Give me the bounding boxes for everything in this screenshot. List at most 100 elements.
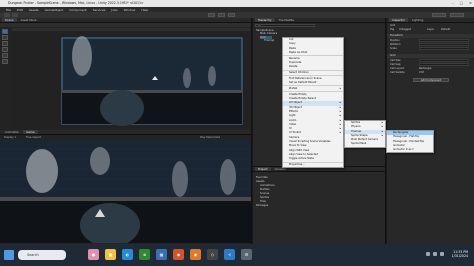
volume-icon[interactable] [433, 252, 437, 256]
folder-favorites[interactable]: Favorites [256, 176, 268, 179]
minimize-icon[interactable]: – [452, 1, 454, 5]
taskbar: Search ● ■ ◐ ⊗ ▦ ◆ ◉ ◇ ≺ ⚙ 11:33 PM 1/31/2024 [0, 244, 474, 266]
network-icon[interactable] [426, 252, 430, 256]
tab-lighting[interactable]: Lighting [409, 18, 426, 22]
menu-edit[interactable]: Edit [17, 8, 23, 12]
hierarchy-search-input[interactable]: All [255, 24, 315, 27]
tab-inspector[interactable]: Inspector [389, 18, 409, 22]
menu-item-label: Delete [289, 65, 298, 69]
menu-item-label: UI [289, 127, 292, 131]
folder-prefabs[interactable]: Prefabs [260, 188, 270, 191]
layer-dropdown[interactable]: Default [441, 28, 467, 32]
cell-swizzle-label: Cell Swizzle [390, 71, 405, 74]
unity-icon[interactable]: ◇ [207, 249, 218, 260]
edge-icon[interactable]: ◐ [122, 249, 133, 260]
menu-item-label: Sprites [351, 121, 361, 124]
store-icon[interactable]: ▦ [156, 249, 167, 260]
menu-help[interactable]: Help [141, 8, 148, 12]
folder-packages[interactable]: Packages [256, 204, 268, 207]
hand-tool-icon[interactable] [2, 29, 8, 34]
menu-gameobject[interactable]: GameObject [45, 8, 64, 12]
position-label: Position [390, 39, 400, 42]
game-panel: Animation Game Display 1 Free Aspect Pla… [0, 130, 252, 244]
pause-button[interactable] [218, 13, 225, 17]
cell-gap-field[interactable] [419, 63, 469, 66]
tab-tile-palette[interactable]: Tile Palette [276, 18, 297, 22]
tab-asset-store[interactable]: Asset Store [18, 18, 40, 22]
menu-file[interactable]: File [6, 8, 11, 12]
menu-services[interactable]: Services [93, 8, 106, 12]
folder-animations[interactable]: Animations [260, 184, 275, 187]
rect-tool-icon[interactable] [2, 53, 8, 58]
folder-assets[interactable]: Assets [256, 180, 264, 183]
rotation-field[interactable] [419, 43, 469, 46]
menu-item-label: Prefab [289, 86, 298, 90]
folder-scenes[interactable]: Scenes [260, 192, 269, 195]
file-explorer-icon[interactable]: ■ [105, 249, 116, 260]
windows-start-icon[interactable] [4, 250, 14, 260]
tab-project[interactable]: Project [255, 167, 271, 171]
cell-gap-label: Cell Gap [390, 63, 401, 66]
add-component-button[interactable]: Add Component [413, 78, 449, 82]
menu-item-label: Effects [289, 109, 298, 113]
scale-field[interactable] [419, 47, 469, 50]
tab-scene[interactable]: Scene [2, 18, 17, 22]
maximize-icon[interactable]: □ [460, 1, 463, 5]
move-tool-icon[interactable] [2, 35, 8, 40]
tab-hierarchy[interactable]: Hierarchy [255, 18, 275, 22]
cell-size-label: Cell Size [390, 59, 401, 62]
xbox-icon[interactable]: ⊗ [139, 249, 150, 260]
grid-component-header[interactable]: Grid [387, 54, 474, 58]
menu-assets[interactable]: Assets [29, 8, 39, 12]
settings-icon[interactable]: ⚙ [241, 249, 252, 260]
menu-item-label: Duplicate [289, 60, 302, 64]
vscode-icon[interactable]: ≺ [224, 249, 235, 260]
menu-item-label: Camera [289, 135, 300, 139]
account-button[interactable] [4, 13, 10, 17]
cloud-icon[interactable] [12, 13, 18, 17]
layers-dropdown[interactable] [432, 13, 446, 17]
layout-dropdown[interactable] [450, 13, 464, 17]
scale-tool-icon[interactable] [2, 47, 8, 52]
menu-item-label: Set as Default Parent [289, 81, 317, 85]
menu-window[interactable]: Window [124, 8, 136, 12]
rotation-label: Rotation [390, 43, 401, 46]
object-name-field[interactable]: Grid [390, 24, 471, 28]
menu-jobs[interactable]: Jobs [111, 8, 117, 12]
scene-panel: Scene Asset Store [0, 18, 252, 130]
tab-game[interactable]: Game [23, 130, 38, 134]
menu-item-label: Visual Scripting Scene Variables [289, 140, 331, 144]
pig-icon[interactable]: ● [88, 249, 99, 260]
office-icon[interactable]: ◆ [173, 249, 184, 260]
tree-row-tilemap[interactable]: Tilemap [264, 39, 274, 42]
tab-animation[interactable]: Animation [2, 130, 22, 134]
transform-tool-icon[interactable] [2, 59, 8, 64]
menu-component[interactable]: Component [69, 8, 86, 12]
battery-icon[interactable] [440, 252, 444, 256]
menu-item-properties[interactable]: Properties... [283, 163, 343, 167]
menu-item-label: Pixel Perfect Camera [351, 138, 378, 142]
step-button[interactable] [228, 13, 235, 17]
position-field[interactable] [419, 39, 469, 42]
cell-layout-dropdown[interactable]: Rectangle [419, 67, 469, 71]
scene-viewport[interactable] [12, 28, 250, 129]
scene-tools [2, 29, 8, 64]
menu-item-2d-sprite-mask[interactable]: Sprite Mask [345, 142, 385, 146]
cell-swizzle-dropdown[interactable]: XYZ [419, 71, 469, 75]
menu-item-label: Rename [289, 56, 300, 60]
play-button[interactable] [208, 13, 215, 17]
firefox-icon[interactable]: ◉ [190, 249, 201, 260]
cell-size-field[interactable] [419, 59, 469, 62]
folder-tiles[interactable]: Tiles [260, 200, 266, 203]
transform-component-header[interactable]: Transform [387, 34, 474, 38]
taskbar-clock[interactable]: 11:33 PM 1/31/2024 [452, 250, 468, 258]
tag-dropdown[interactable]: Untagged [399, 28, 421, 32]
folder-sprites[interactable]: Sprites [260, 196, 269, 199]
menu-item-label: Align With View [289, 148, 310, 152]
menu-item-label: Create Empty [289, 92, 307, 96]
game-viewport[interactable] [0, 139, 251, 243]
close-icon[interactable]: × [469, 1, 472, 5]
menu-item-tilemap-isometric-z-as-y[interactable]: Isometric Z as Y [387, 148, 433, 152]
taskbar-search-input[interactable]: Search [18, 250, 66, 260]
rotate-tool-icon[interactable] [2, 41, 8, 46]
